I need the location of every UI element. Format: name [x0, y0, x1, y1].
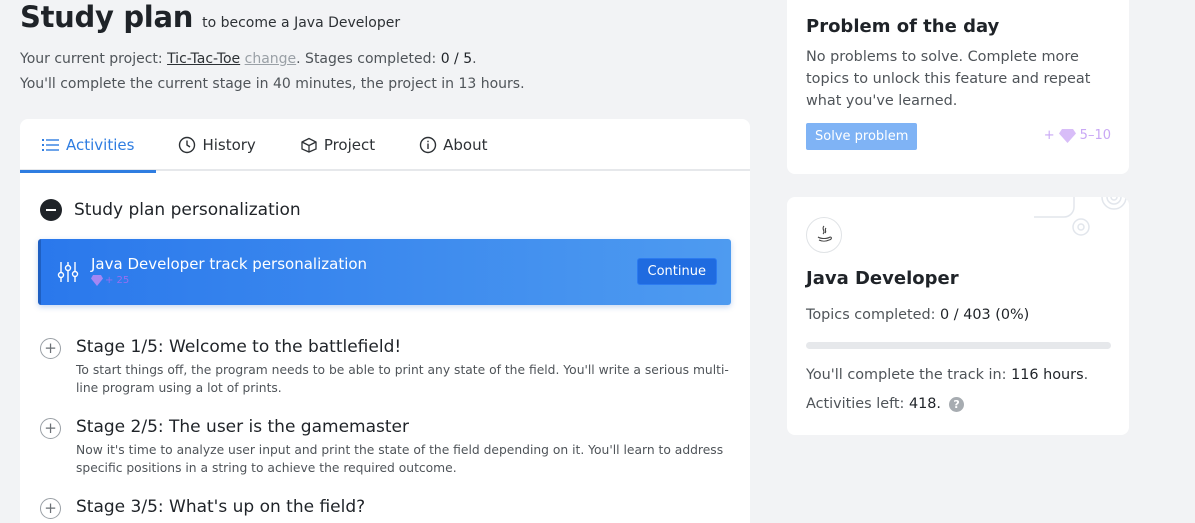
topics-label: Topics completed: [806, 307, 941, 323]
decorative-pattern [1034, 197, 1127, 236]
box-icon [301, 137, 317, 153]
problem-reward: + 5–10 [1044, 128, 1111, 143]
page-title: Study plan [20, 0, 194, 34]
activities-card: Activities History Project About Study p… [20, 119, 750, 523]
tab-bar: Activities History Project About [20, 119, 750, 173]
track-progress-bar [806, 342, 1111, 349]
remain-suffix: . [1083, 367, 1089, 383]
collapse-icon[interactable] [40, 199, 62, 221]
tab-history[interactable]: History [156, 119, 277, 171]
item-reward: + 25 [91, 275, 129, 286]
activities-left: Activities left: 418. ? [806, 396, 965, 412]
sliders-icon [57, 262, 79, 282]
list-icon [42, 139, 59, 151]
page-subtitle: to become a Java Developer [202, 15, 401, 31]
info-icon [419, 136, 437, 154]
expand-icon[interactable]: + [40, 498, 61, 519]
tab-activities[interactable]: Activities [20, 119, 157, 173]
reward-value: + 25 [105, 275, 130, 286]
gem-icon [91, 275, 103, 286]
stages-prefix: . Stages completed: [296, 51, 441, 67]
problem-of-the-day-card: Problem of the day No problems to solve.… [787, 0, 1129, 174]
track-title: Java Developer [806, 268, 959, 289]
help-icon[interactable]: ? [949, 396, 965, 412]
track-card: Java Developer Topics completed: 0 / 403… [787, 197, 1129, 435]
time-estimate: You'll complete the current stage in 40 … [20, 76, 525, 92]
item-title: Java Developer track personalization [91, 255, 368, 273]
gem-icon [1058, 128, 1076, 143]
remain-value: 116 hours [1011, 367, 1084, 383]
reward-range: 5–10 [1079, 128, 1111, 143]
stages-completed-value: 0 / 5 [440, 51, 473, 67]
stage-description: To start things off, the program needs t… [76, 363, 729, 395]
section-title: Study plan personalization [74, 200, 301, 220]
personalization-item[interactable]: Java Developer track personalization + 2… [38, 239, 731, 305]
reward-prefix: + [1043, 128, 1055, 143]
activities-value: 418. [908, 396, 942, 412]
stage-title: Stage 3/5: What's up on the field? [76, 497, 366, 517]
tab-label: Activities [66, 136, 135, 154]
change-project-link[interactable]: change [245, 51, 297, 67]
tab-about[interactable]: About [397, 119, 509, 171]
tab-label: Project [323, 136, 376, 154]
topics-completed: Topics completed: 0 / 403 (0%) [806, 307, 1029, 323]
project-link[interactable]: Tic-Tac-Toe [167, 51, 240, 67]
java-logo-icon [806, 217, 842, 253]
card-description: No problems to solve. Complete more topi… [806, 49, 1091, 109]
solve-problem-button[interactable]: Solve problem [806, 123, 918, 150]
page-header: Study plan to become a Java Developer [20, 0, 400, 34]
expand-icon[interactable]: + [40, 338, 61, 359]
stage-title: Stage 2/5: The user is the gamemaster [76, 417, 409, 437]
tab-label: About [443, 136, 488, 154]
card-title: Problem of the day [806, 16, 1000, 37]
stage-title: Stage 1/5: Welcome to the battlefield! [76, 337, 402, 357]
tab-label: History [202, 136, 256, 154]
tab-project[interactable]: Project [278, 119, 397, 171]
personalization-section-header[interactable]: Study plan personalization [40, 199, 301, 221]
activities-label: Activities left: [806, 396, 909, 412]
project-prefix: Your current project: [20, 51, 168, 67]
topics-value: 0 / 403 (0%) [940, 307, 1030, 323]
clock-icon [179, 136, 196, 154]
project-status: Your current project: Tic-Tac-Toe change… [20, 51, 477, 67]
expand-icon[interactable]: + [40, 418, 61, 439]
track-time-remaining: You'll complete the track in: 116 hours. [806, 367, 1088, 383]
continue-button[interactable]: Continue [636, 258, 717, 285]
stages-suffix: . [472, 51, 477, 67]
remain-label: You'll complete the track in: [806, 367, 1012, 383]
stage-description: Now it's time to analyze user input and … [76, 443, 724, 475]
